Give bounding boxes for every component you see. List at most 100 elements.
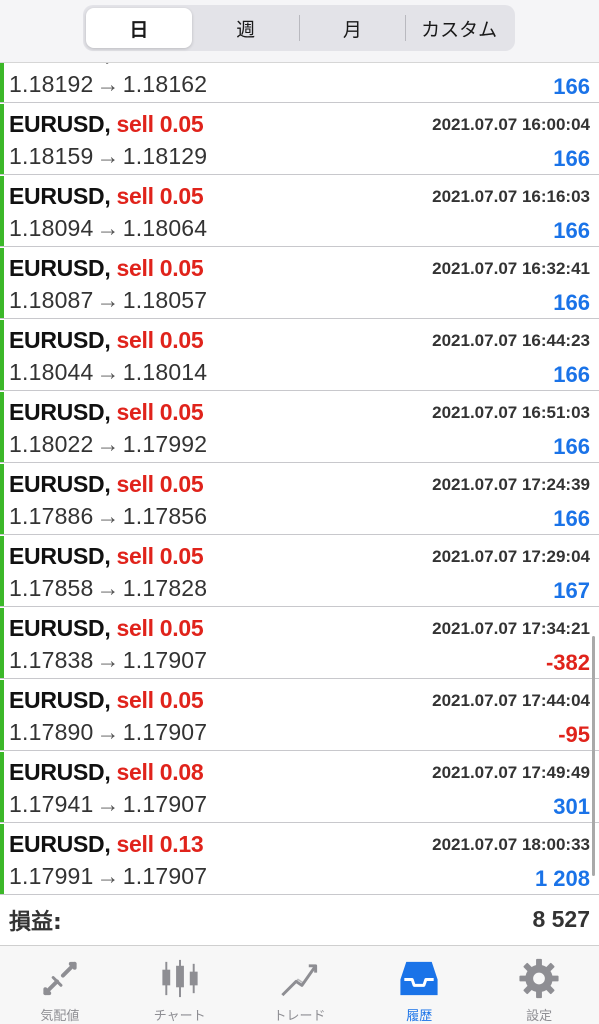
profit-summary: 損益: 8 527 [0,895,599,945]
open-price: 1.17890 [9,719,94,745]
open-price: 1.18087 [9,287,94,313]
arrow-icon: → [96,71,120,97]
trade-side: sell 0.05 [116,255,204,281]
trade-icon [281,964,318,997]
chart-icon [162,959,198,998]
open-price: 1.18044 [9,359,94,385]
close-price: 1.18014 [122,359,208,385]
trade-time: 2021.07.07 16:44:23 [432,331,590,350]
trade-title: EURUSD, sell 0.05 [9,543,204,570]
tab-settings[interactable]: 設定 [479,946,599,1024]
trade-title: EURUSD, sell 0.05 [9,255,204,282]
trade-symbol: EURUSD, [9,471,111,497]
bottom-tab-bar: 気配値 チャート トレード 履歴 設定 [0,945,599,1024]
trade-profit: 166 [553,290,590,315]
trade-title: EURUSD, sell 0.05 [9,183,204,210]
trade-title: EURUSD, sell 0.08 [9,759,204,786]
tab-settings-label: 設定 [526,1009,553,1024]
trade-row[interactable]: EURUSD, sell 0.05 2021.07.07 17:29:04 1.17… [0,536,599,607]
trade-side: sell 0.05 [116,471,204,497]
close-price: 1.17907 [122,719,208,745]
trade-symbol: EURUSD, [9,543,111,569]
trade-row[interactable]: EURUSD, sell 0.05 2021.07.07 16:32:41 1.18… [0,248,599,319]
close-price: 1.18064 [122,215,208,241]
tab-history-label: 履歴 [406,1009,433,1024]
row-accent-bar [0,608,4,678]
row-accent-bar [0,320,4,390]
trade-row[interactable]: EURUSD, sell 0.05 2021.07.07 16:00:04 1.18… [0,104,599,175]
trade-history-list[interactable]: EURUSD, sell 0.051.18192→1.18162166EURUS… [0,32,599,895]
trade-profit: 166 [553,434,590,459]
trade-side: sell 0.05 [116,399,204,425]
trade-title: EURUSD, sell 0.05 [9,471,204,498]
period-segmented-control: 日 週 月 カスタム [83,5,515,51]
trade-time: 2021.07.07 18:00:33 [432,835,590,854]
close-price: 1.17856 [122,503,208,529]
open-price: 1.17838 [9,647,94,673]
close-price: 1.17907 [122,647,208,673]
trade-title: EURUSD, sell 0.05 [9,327,204,354]
quotes-icon [43,961,77,996]
trade-row[interactable]: EURUSD, sell 0.05 2021.07.07 17:24:39 1.17… [0,464,599,535]
row-accent-bar [0,392,4,462]
close-price: 1.18162 [122,71,208,97]
trade-title: EURUSD, sell 0.05 [9,687,204,714]
trade-symbol: EURUSD, [9,399,111,425]
trade-symbol: EURUSD, [9,255,111,281]
trade-side: sell 0.05 [116,327,204,353]
trade-side: sell 0.05 [116,111,204,137]
trade-profit: 166 [553,218,590,243]
tab-quotes-label: 気配値 [40,1009,80,1024]
arrow-icon: → [96,719,120,745]
tab-history[interactable]: 履歴 [359,946,479,1024]
trade-prices: 1.17941 → 1.17907 [9,791,207,818]
open-price: 1.17941 [9,791,94,817]
period-header: 日 週 月 カスタム [0,0,599,63]
trade-prices: 1.17991 → 1.17907 [9,863,207,890]
segment-custom[interactable]: カスタム [406,8,512,48]
segment-month[interactable]: 月 [300,8,406,48]
open-price: 1.18022 [9,431,94,457]
tab-quotes[interactable]: 気配値 [0,946,120,1024]
arrow-icon: → [96,647,120,673]
open-price: 1.17886 [9,503,94,529]
trade-prices: 1.18159 → 1.18129 [9,143,207,170]
trade-row[interactable]: EURUSD, sell 0.05 2021.07.07 16:16:03 1.18… [0,176,599,247]
trade-profit: 166 [553,146,590,171]
trade-row[interactable]: EURUSD, sell 0.08 2021.07.07 17:49:49 1.17… [0,752,599,823]
segment-week[interactable]: 週 [193,8,299,48]
trade-row[interactable]: EURUSD, sell 0.05 2021.07.07 16:44:23 1.18… [0,320,599,391]
trade-profit: 166 [553,74,590,99]
row-accent-bar [0,752,4,822]
trade-title: EURUSD, sell 0.05 [9,399,204,426]
trade-profit: 166 [553,506,590,531]
trade-time: 2021.07.07 17:49:49 [432,763,590,782]
history-icon [400,961,438,996]
trade-row[interactable]: EURUSD, sell 0.13 2021.07.07 18:00:33 1.17… [0,824,599,895]
open-price: 1.17991 [9,863,94,889]
trade-symbol: EURUSD, [9,111,111,137]
scrollbar[interactable] [592,636,595,876]
trade-row[interactable]: EURUSD, sell 0.05 2021.07.07 17:34:21 1.17… [0,608,599,679]
trade-symbol: EURUSD, [9,759,111,785]
profit-summary-value: 8 527 [532,906,590,932]
row-accent-bar [0,680,4,750]
trade-row[interactable]: EURUSD, sell 0.05 2021.07.07 16:51:03 1.18… [0,392,599,463]
trade-side: sell 0.08 [116,759,204,785]
trade-time: 2021.07.07 17:29:04 [432,547,590,566]
trade-prices: 1.18094 → 1.18064 [9,215,207,242]
tab-trade[interactable]: トレード [240,946,360,1024]
open-price: 1.18094 [9,215,94,241]
trade-row[interactable]: EURUSD, sell 0.05 2021.07.07 17:44:04 1.17… [0,680,599,751]
arrow-icon: → [96,215,120,241]
row-accent-bar [0,176,4,246]
trade-symbol: EURUSD, [9,327,111,353]
trade-time: 2021.07.07 17:24:39 [432,475,590,494]
trade-title: EURUSD, sell 0.05 [9,615,204,642]
trade-time: 2021.07.07 17:34:21 [432,619,590,638]
trade-profit: 167 [553,578,590,603]
tab-chart[interactable]: チャート [120,946,240,1024]
segment-day[interactable]: 日 [86,8,192,48]
arrow-icon: → [96,287,120,313]
trade-profit: -382 [545,650,590,675]
